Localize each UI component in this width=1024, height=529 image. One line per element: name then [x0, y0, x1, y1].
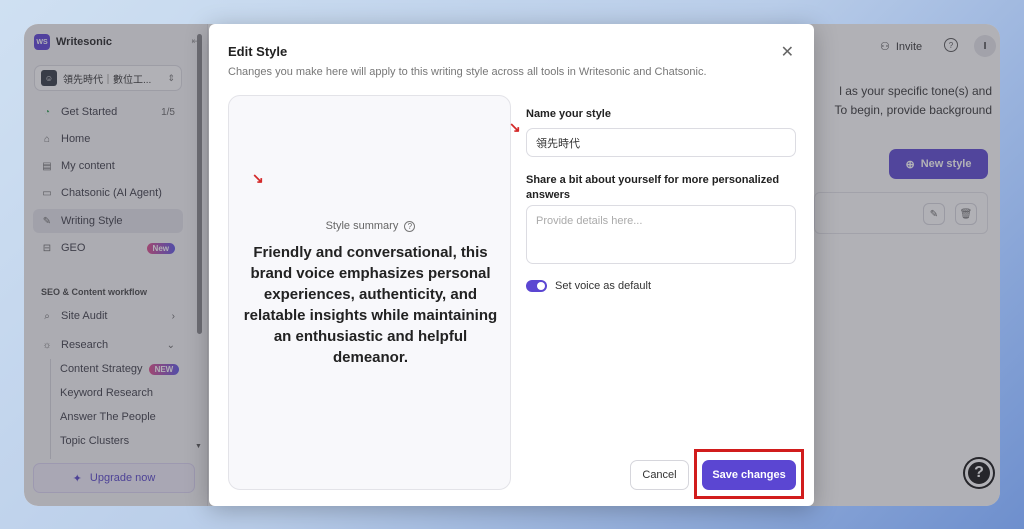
- annotation-arrow-icon: ↘: [509, 119, 521, 135]
- bio-textarea[interactable]: [526, 205, 796, 264]
- toggle-knob: [537, 282, 545, 290]
- name-style-label: Name your style: [526, 108, 611, 120]
- default-voice-toggle[interactable]: [526, 280, 547, 292]
- default-voice-label: Set voice as default: [555, 280, 652, 292]
- style-name-input[interactable]: [526, 128, 796, 157]
- style-summary-text: Friendly and conversational, this brand …: [243, 244, 498, 366]
- annotation-arrow-icon: ↘: [252, 170, 264, 186]
- style-summary-label: Style summary ?: [229, 220, 512, 232]
- style-summary-card: Style summary ? Friendly and conversatio…: [228, 95, 511, 490]
- close-icon[interactable]: ✕: [781, 42, 794, 62]
- modal-title: Edit Style: [228, 44, 288, 59]
- bio-label: Share a bit about yourself for more pers…: [526, 174, 780, 201]
- save-changes-button[interactable]: Save changes: [702, 460, 796, 490]
- cancel-button[interactable]: Cancel: [630, 460, 689, 490]
- info-icon[interactable]: ?: [404, 221, 416, 232]
- modal-subtitle: Changes you make here will apply to this…: [228, 66, 707, 78]
- style-summary-title: Style summary: [325, 220, 399, 232]
- edit-style-modal: Edit Style Changes you make here will ap…: [209, 24, 814, 506]
